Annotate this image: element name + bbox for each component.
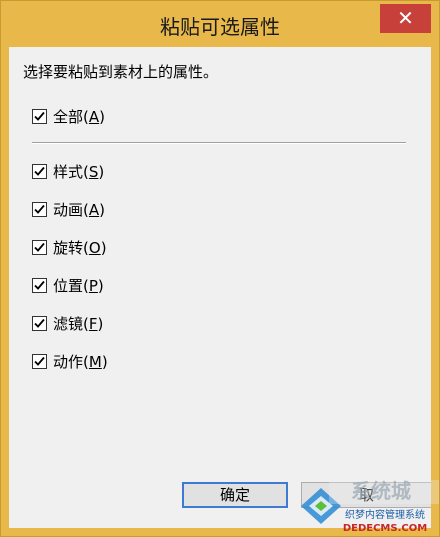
checkbox-label: 动画(A) [53,200,105,219]
check-icon [34,356,45,366]
check-icon [34,166,45,176]
checkbox-box[interactable] [32,163,47,179]
checkbox-property[interactable]: 旋转(O) [32,236,107,258]
checkbox-property[interactable]: 滤镜(F) [32,312,103,334]
checkbox-box[interactable] [32,353,47,369]
separator [32,142,406,144]
checkbox-all[interactable]: 全部(A) [32,105,105,127]
check-icon [34,242,45,252]
dialog-window: 粘贴可选属性 ✕ 选择要粘贴到素材上的属性。 全部(A) 样式(S) 动画(A) 旋… [0,0,440,537]
dialog-title: 粘贴可选属性 [160,15,280,39]
check-icon [34,280,45,290]
svg-text:DEDECMS.COM: DEDECMS.COM [343,523,427,534]
dialog-body: 选择要粘贴到素材上的属性。 全部(A) 样式(S) 动画(A) 旋转(O) 位置(P)… [9,47,431,528]
check-icon [34,318,45,328]
watermark-logo: 系统城 织梦内容管理系统 DEDECMS.COM [301,479,439,534]
svg-text:织梦内容管理系统: 织梦内容管理系统 [345,508,425,521]
checkbox-box[interactable] [32,315,47,331]
check-icon [34,111,45,121]
checkbox-label: 动作(M) [53,352,108,371]
svg-text:系统城: 系统城 [351,479,411,503]
instruction-text: 选择要粘贴到素材上的属性。 [23,63,219,81]
checkbox-label: 样式(S) [53,162,105,181]
checkbox-box[interactable] [32,201,47,217]
close-button[interactable]: ✕ [380,4,431,33]
checkbox-label: 旋转(O) [53,238,107,257]
checkbox-property[interactable]: 位置(P) [32,274,104,296]
checkbox-property[interactable]: 样式(S) [32,160,104,182]
title-bar[interactable]: 粘贴可选属性 ✕ [1,1,439,47]
checkbox-box[interactable] [32,239,47,255]
checkbox-box[interactable] [32,277,47,293]
checkbox-property[interactable]: 动作(M) [32,350,108,372]
check-icon [34,204,45,214]
checkbox-all-box[interactable] [32,108,47,124]
ok-button[interactable]: 确定 [182,482,288,508]
close-icon: ✕ [397,6,414,30]
checkbox-label: 滤镜(F) [53,314,104,333]
checkbox-all-label: 全部(A) [53,107,105,126]
checkbox-property[interactable]: 动画(A) [32,198,105,220]
checkbox-label: 位置(P) [53,276,104,295]
